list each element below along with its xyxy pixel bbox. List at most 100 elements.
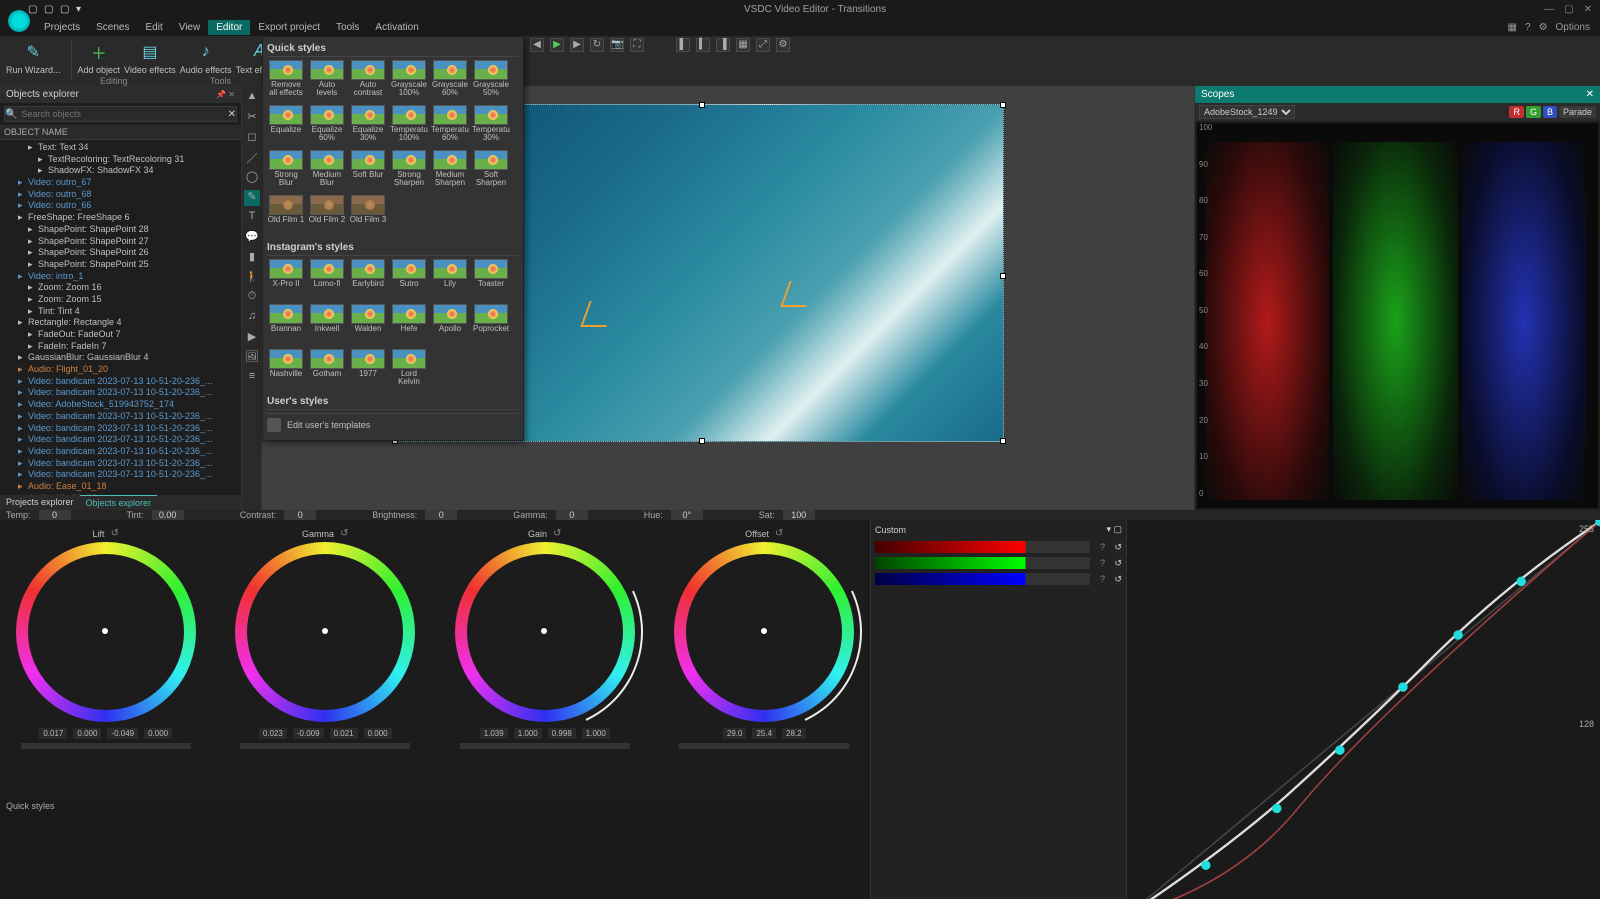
style-gotham[interactable]: Gotham [308, 349, 346, 388]
scopes-close-icon[interactable]: ✕ [1586, 89, 1594, 100]
tree-node[interactable]: ▸Video: outro_68 [0, 189, 241, 201]
wheel-slider[interactable] [460, 743, 630, 749]
tree-node[interactable]: ▸FadeIn: FadeIn 7 [0, 341, 241, 353]
style-old-film-1[interactable]: Old Film 1 [267, 195, 305, 234]
menu-edit[interactable]: Edit [137, 20, 170, 35]
object-tree[interactable]: ▸Text: Text 34▸TextRecoloring: TextRecol… [0, 140, 241, 495]
tree-node[interactable]: ▸Zoom: Zoom 15 [0, 294, 241, 306]
style-lily[interactable]: Lily [431, 259, 469, 298]
tree-node[interactable]: ▸ShapePoint: ShapePoint 28 [0, 224, 241, 236]
next-frame-icon[interactable]: ▶ [570, 38, 584, 52]
tree-node[interactable]: ▸Tint: Tint 4 [0, 306, 241, 318]
object-search[interactable]: 🔍 ✕ [4, 106, 237, 122]
audio-tool-icon[interactable]: ♫ [244, 310, 260, 326]
style-strong-blur[interactable]: Strong Blur [267, 150, 305, 189]
settings-icon[interactable]: ⚙ [1539, 22, 1548, 33]
style-auto-contrast[interactable]: Auto contrast [349, 60, 387, 99]
wheel-offset[interactable]: Offset↺29.025.428.2 [663, 528, 867, 899]
menu-export-project[interactable]: Export project [250, 20, 328, 35]
wheel-slider[interactable] [240, 743, 410, 749]
minimize-button[interactable]: — [1544, 4, 1554, 15]
menu-activation[interactable]: Activation [367, 20, 426, 35]
search-input[interactable] [17, 109, 227, 119]
tree-node[interactable]: ▸Video: bandicam 2023-07-13 10-51-20-236… [0, 411, 241, 423]
quick-save-icon[interactable]: ▢ [28, 4, 38, 14]
blue-channel-bar[interactable] [875, 573, 1090, 585]
tree-node[interactable]: ▸Video: bandicam 2023-07-13 10-51-20-236… [0, 434, 241, 446]
wheel-gain[interactable]: Gain↺1.0391.0000.9981.000 [443, 528, 647, 899]
video-tool-icon[interactable]: ▶ [244, 330, 260, 346]
tree-node[interactable]: ▸Video: outro_67 [0, 177, 241, 189]
image-tool-icon[interactable]: 🖼 [244, 350, 260, 366]
menu-scenes[interactable]: Scenes [88, 20, 137, 35]
subtitle-tool-icon[interactable]: ≡ [244, 370, 260, 386]
tree-node[interactable]: ▸Audio: Ease_01_18 [0, 481, 241, 493]
tree-node[interactable]: ▸Rectangle: Rectangle 4 [0, 317, 241, 329]
style-x-pro-ii[interactable]: X-Pro II [267, 259, 305, 298]
tooltip-tool-icon[interactable]: 💬 [244, 230, 260, 246]
settings-gear-icon[interactable]: ⚙ [776, 38, 790, 52]
clear-search-icon[interactable]: ✕ [228, 109, 236, 120]
scopes-source-select[interactable]: AdobeStock_1249 [1199, 105, 1295, 119]
custom-dropdown-icon[interactable]: ▾ ▢ [1106, 524, 1122, 535]
style-poprocket[interactable]: Poprocket [472, 304, 510, 343]
style-hefe[interactable]: Hefe [390, 304, 428, 343]
style-old-film-3[interactable]: Old Film 3 [349, 195, 387, 234]
style-temperature-30-[interactable]: Temperature 30% [472, 105, 510, 144]
wheel-slider[interactable] [21, 743, 191, 749]
quick-open-icon[interactable]: ▢ [60, 4, 70, 14]
menu-tools[interactable]: Tools [328, 20, 367, 35]
red-channel-bar[interactable] [875, 541, 1090, 553]
man-tool-icon[interactable]: 🚶 [244, 270, 260, 286]
style-lomo-fi[interactable]: Lomo-fi [308, 259, 346, 298]
grid-icon[interactable]: ▦ [736, 38, 750, 52]
scope-chip-g[interactable]: G [1526, 106, 1541, 118]
line-tool-icon[interactable]: ／ [244, 150, 260, 166]
play-icon[interactable]: ▶ [550, 38, 564, 52]
tree-node[interactable]: ▸Video: bandicam 2023-07-13 10-51-20-236… [0, 376, 241, 388]
layout-button[interactable]: ▦ [1508, 22, 1517, 33]
green-channel-bar[interactable] [875, 557, 1090, 569]
style-lord-kelvin[interactable]: Lord Kelvin [390, 349, 428, 388]
style-grayscale-60-[interactable]: Grayscale 60% [431, 60, 469, 99]
zoom-fit-icon[interactable]: ⤢ [756, 38, 770, 52]
scope-chip-r[interactable]: R [1509, 106, 1524, 118]
scope-chip-b[interactable]: B [1543, 106, 1557, 118]
quick-more-icon[interactable]: ▾ [76, 4, 86, 14]
style-1977[interactable]: 1977 [349, 349, 387, 388]
style-grayscale-50-[interactable]: Grayscale 50% [472, 60, 510, 99]
add-object-button[interactable]: ＋ Add object [78, 40, 121, 76]
style-medium-sharpen[interactable]: Medium Sharpen [431, 150, 469, 189]
param-value-temp[interactable]: 0 [39, 510, 71, 520]
explorer-tab[interactable]: Objects explorer [80, 495, 158, 510]
tree-node[interactable]: ▸ShapePoint: ShapePoint 26 [0, 247, 241, 259]
align-left-icon[interactable]: ▌ [676, 38, 690, 52]
menu-view[interactable]: View [171, 20, 209, 35]
explorer-tab[interactable]: Projects explorer [0, 495, 80, 510]
maximize-button[interactable]: ▢ [1564, 4, 1573, 15]
tree-node[interactable]: ▸ShapePoint: ShapePoint 25 [0, 259, 241, 271]
run-wizard-button[interactable]: ✎ Run Wizard... [6, 40, 61, 76]
chart-tool-icon[interactable]: ▮ [244, 250, 260, 266]
fullscreen-icon[interactable]: ⛶ [630, 38, 644, 52]
tree-node[interactable]: ▸Text: Text 34 [0, 142, 241, 154]
text-tool-icon[interactable]: T [244, 210, 260, 226]
ellipse-tool-icon[interactable]: ◯ [244, 170, 260, 186]
param-value-hue[interactable]: 0° [671, 510, 703, 520]
snapshot-icon[interactable]: 📷 [610, 38, 624, 52]
tree-node[interactable]: ▸Audio: Flight_01_20 [0, 364, 241, 376]
tree-node[interactable]: ▸Video: bandicam 2023-07-13 10-51-20-236… [0, 469, 241, 481]
param-value-sat[interactable]: 100 [783, 510, 815, 520]
shape-tool-icon[interactable]: ◻ [244, 130, 260, 146]
tree-node[interactable]: ▸FadeOut: FadeOut 7 [0, 329, 241, 341]
style-grayscale-100-[interactable]: Grayscale 100% [390, 60, 428, 99]
param-value-brightness[interactable]: 0 [425, 510, 457, 520]
wheel-gamma[interactable]: Gamma↺0.023-0.0090.0210.000 [224, 528, 428, 899]
tree-node[interactable]: ▸Video: bandicam 2023-07-13 10-51-20-236… [0, 423, 241, 435]
reset-icon[interactable]: ↺ [111, 528, 119, 539]
reset-r-icon[interactable]: ↺ [1114, 542, 1122, 553]
style-soft-blur[interactable]: Soft Blur [349, 150, 387, 189]
curves-panel[interactable]: 255 128 In: Out: X: 0, Y: 0 [1126, 520, 1600, 899]
wheel-lift[interactable]: Lift↺0.0170.000-0.0490.000 [4, 528, 208, 899]
style-toaster[interactable]: Toaster [472, 259, 510, 298]
